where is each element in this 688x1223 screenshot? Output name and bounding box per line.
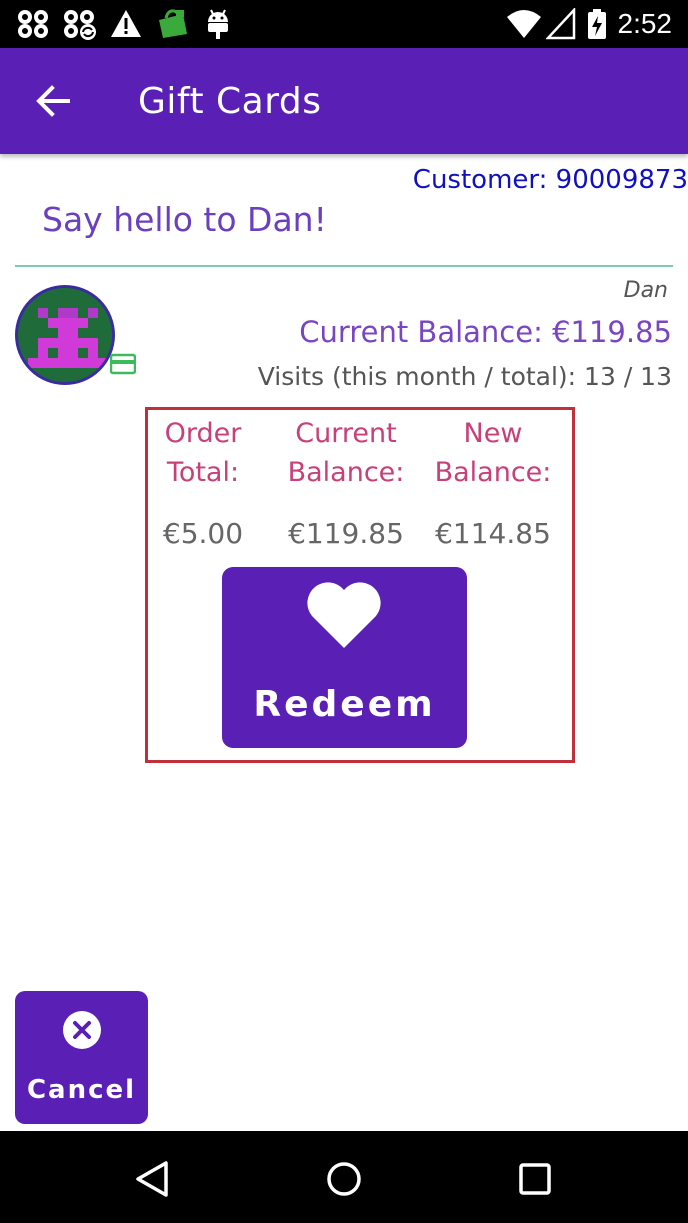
header-line: Balance: [287,457,405,488]
recents-square-icon[interactable] [511,1155,559,1203]
clover-icon [18,10,48,38]
warning-icon [111,10,141,37]
header-line: Order [164,418,242,449]
order-total-value: €5.00 [162,517,244,550]
new-balance-header: New Balance: [426,414,560,492]
current-balance-header: Current Balance: [278,414,414,492]
new-balance-value: €114.85 [435,517,551,550]
order-total-header: Order Total: [148,414,258,492]
cancel-button[interactable]: Cancel [15,991,148,1124]
credit-card-icon [110,353,136,375]
battery-charging-icon [588,9,606,39]
home-circle-icon[interactable] [320,1155,368,1203]
header-line: Current [295,418,397,449]
wifi-icon [507,10,541,38]
header-line: Total: [166,457,240,488]
customer-id-label: Customer: 90009873 [412,165,688,195]
navigation-bar [0,1131,688,1223]
current-balance-value: €119.85 [288,517,404,550]
page-title: Gift Cards [138,81,322,122]
current-balance-label: Current Balance: €119.85 [299,315,672,349]
redeem-label: Redeem [253,684,436,725]
heart-icon [307,582,381,648]
visits-label: Visits (this month / total): 13 / 13 [257,362,672,391]
header-line: New [463,418,523,449]
android-icon [208,9,228,39]
redeem-panel: Order Total: Current Balance: New Balanc… [145,407,575,763]
clover-sync-icon [64,10,96,40]
shopping-bag-icon [159,9,187,38]
greeting-text: Say hello to Dan! [42,200,327,239]
customer-name: Dan [623,278,668,303]
app-bar: Gift Cards [0,48,688,154]
arrow-left-icon[interactable] [28,78,78,124]
header-line: Balance: [434,457,552,488]
redeem-button[interactable]: Redeem [222,567,467,748]
close-circle-icon [63,1011,101,1049]
back-triangle-icon[interactable] [128,1155,176,1203]
cancel-label: Cancel [26,1075,137,1105]
pixel-avatar-icon [18,288,112,382]
status-time: 2:52 [617,8,673,39]
avatar [15,285,115,385]
divider [15,265,673,267]
cell-signal-icon [546,8,576,40]
status-bar: 2:52 [0,0,688,48]
